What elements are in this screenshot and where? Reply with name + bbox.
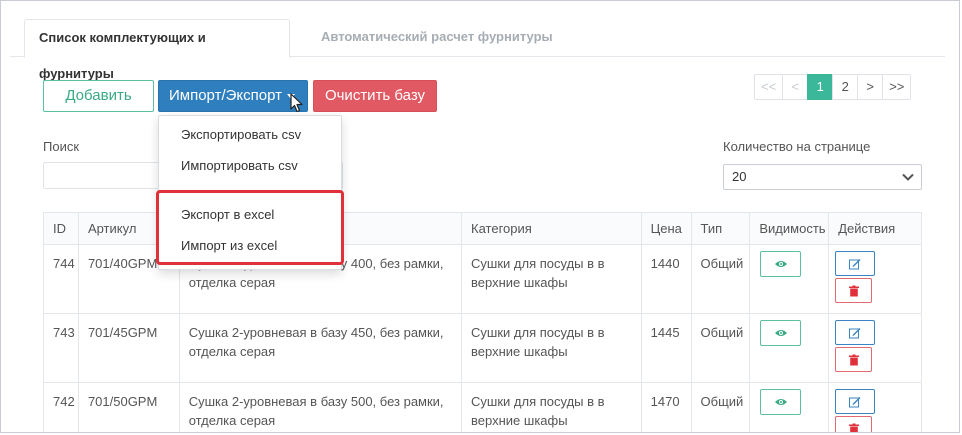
page-first[interactable]: << bbox=[754, 74, 784, 100]
name-line: отделка серая bbox=[188, 413, 276, 428]
category-line: Сушки для посуды в в bbox=[471, 325, 605, 340]
visibility-toggle-button[interactable] bbox=[760, 251, 802, 277]
table-row: 743 701/45GPM Сушка 2-уровневая в базу 4… bbox=[44, 314, 921, 383]
header-id[interactable]: ID bbox=[44, 213, 79, 244]
trash-icon bbox=[848, 423, 859, 432]
cell-id: 742 bbox=[44, 383, 79, 432]
delete-button[interactable] bbox=[835, 347, 873, 372]
category-line: Сушки для посуды в в bbox=[471, 256, 605, 271]
mouse-cursor-icon bbox=[290, 93, 303, 113]
cell-category: Сушки для посуды в в верхние шкафы bbox=[462, 314, 642, 382]
menu-item-export-csv[interactable]: Экспортировать csv bbox=[181, 127, 301, 142]
category-line: Сушки для посуды в в bbox=[471, 394, 605, 409]
import-export-label: Импорт/Экспорт bbox=[169, 87, 282, 104]
delete-button[interactable] bbox=[835, 416, 873, 432]
page-2[interactable]: 2 bbox=[832, 74, 859, 100]
add-button[interactable]: Добавить bbox=[43, 80, 154, 112]
highlight-annotation bbox=[156, 190, 344, 265]
visibility-toggle-button[interactable] bbox=[760, 389, 802, 415]
edit-button[interactable] bbox=[835, 251, 876, 276]
page-1[interactable]: 1 bbox=[807, 74, 834, 100]
cell-type: Общий bbox=[692, 245, 751, 313]
eye-icon bbox=[774, 261, 787, 267]
app-window: Список комплектующих и фурнитуры Автомат… bbox=[0, 0, 960, 433]
search-label: Поиск bbox=[43, 139, 80, 154]
cell-category: Сушки для посуды в в верхние шкафы bbox=[462, 383, 642, 432]
trash-icon bbox=[848, 285, 859, 296]
header-price[interactable]: Цена bbox=[642, 213, 692, 244]
cell-id: 743 bbox=[44, 314, 79, 382]
chevron-down-icon bbox=[902, 173, 914, 181]
import-export-button[interactable]: Импорт/Экспорт bbox=[158, 80, 308, 112]
edit-icon bbox=[849, 258, 861, 269]
cell-name: Сушка 2-уровневая в базу 500, без рамки,… bbox=[180, 383, 463, 432]
table-row: 742 701/50GPM Сушка 2-уровневая в базу 5… bbox=[44, 383, 921, 432]
delete-button[interactable] bbox=[835, 278, 873, 303]
tab-bar: Список комплектующих и фурнитуры Автомат… bbox=[10, 19, 945, 81]
eye-icon bbox=[774, 330, 787, 336]
category-line: верхние шкафы bbox=[471, 413, 568, 428]
header-actions: Действия bbox=[838, 221, 896, 236]
edit-icon bbox=[849, 396, 861, 407]
header-type[interactable]: Тип bbox=[692, 213, 751, 244]
eye-icon bbox=[774, 399, 787, 405]
cell-article: 701/50GPM bbox=[79, 383, 180, 432]
per-page-label: Количество на странице bbox=[723, 139, 871, 154]
per-page-value: 20 bbox=[732, 169, 747, 184]
cell-visibility bbox=[750, 314, 830, 382]
cell-visibility bbox=[750, 245, 830, 313]
header-category[interactable]: Категория bbox=[462, 213, 642, 244]
page-last[interactable]: >> bbox=[882, 74, 912, 100]
name-line: Сушка 2-уровневая в базу 450, без рамки, bbox=[188, 325, 444, 340]
menu-item-import-csv[interactable]: Импортировать csv bbox=[181, 158, 298, 173]
cell-price: 1445 bbox=[642, 314, 692, 382]
edit-icon bbox=[849, 327, 861, 338]
cell-actions bbox=[829, 314, 921, 382]
cell-category: Сушки для посуды в в верхние шкафы bbox=[462, 245, 642, 313]
name-line: отделка серая bbox=[188, 275, 276, 290]
clear-database-button[interactable]: Очистить базу bbox=[313, 80, 437, 112]
tab-components-list[interactable]: Список комплектующих и фурнитуры bbox=[24, 19, 290, 81]
name-line: Сушка 2-уровневая в базу 500, без рамки, bbox=[188, 394, 444, 409]
cell-actions bbox=[829, 383, 921, 432]
header-visibility: Видимость bbox=[750, 213, 830, 244]
trash-icon bbox=[848, 354, 859, 365]
cell-id: 744 bbox=[44, 245, 79, 313]
cell-type: Общий bbox=[692, 383, 751, 432]
page-prev[interactable]: < bbox=[782, 74, 809, 100]
cell-visibility bbox=[750, 383, 830, 432]
cell-actions bbox=[829, 245, 921, 313]
cell-article: 701/45GPM bbox=[79, 314, 180, 382]
cell-name: Сушка 2-уровневая в базу 450, без рамки,… bbox=[180, 314, 463, 382]
name-line: отделка серая bbox=[188, 344, 276, 359]
cell-type: Общий bbox=[692, 314, 751, 382]
edit-button[interactable] bbox=[835, 389, 876, 414]
pagination: << < 1 2 > >> bbox=[754, 74, 912, 100]
visibility-toggle-button[interactable] bbox=[760, 320, 802, 346]
cell-price: 1470 bbox=[642, 383, 692, 432]
edit-button[interactable] bbox=[835, 320, 876, 345]
category-line: верхние шкафы bbox=[471, 344, 568, 359]
per-page-select[interactable]: 20 bbox=[723, 164, 922, 190]
tab-auto-calculation[interactable]: Автоматический расчет фурнитуры bbox=[307, 19, 567, 57]
page-next[interactable]: > bbox=[857, 74, 884, 100]
cell-price: 1440 bbox=[642, 245, 692, 313]
category-line: верхние шкафы bbox=[471, 275, 568, 290]
